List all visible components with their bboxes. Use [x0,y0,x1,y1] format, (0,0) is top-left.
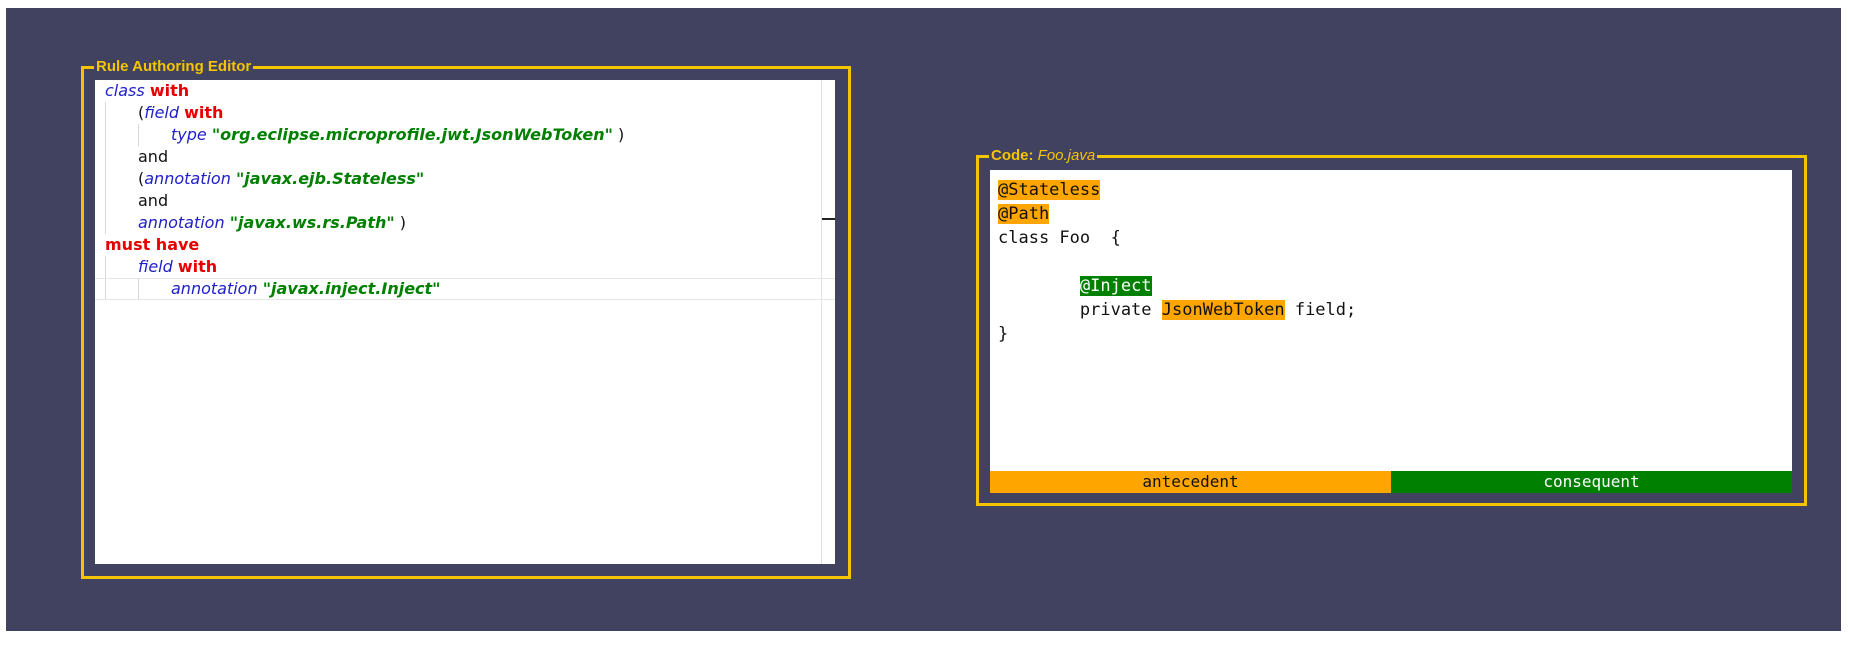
rule-line[interactable]: annotation "javax.inject.Inject" [95,278,835,300]
rule-line[interactable]: (annotation "javax.ejb.Stateless" [95,168,835,190]
rule-line-content: annotation "javax.inject.Inject" [171,279,441,299]
rule-line[interactable]: field with [95,256,835,278]
indent-guide [105,212,106,234]
rule-line-content: annotation "javax.ws.rs.Path" ) [138,212,406,234]
rule-token: field [144,103,180,122]
highlighted-token: @Inject [1079,276,1152,296]
workspace: Rule Authoring Editor class with (field w… [6,8,1841,631]
indent-guide [105,102,106,124]
highlighted-token: JsonWebToken [1161,300,1285,320]
highlighted-token: @Path [998,204,1050,224]
code-line: class Foo { [998,226,1356,250]
rule-editor[interactable]: class with (field with type "org.eclipse.m… [95,80,835,564]
rule-line[interactable]: (field with [95,102,835,124]
code-line: private JsonWebToken field; [998,298,1356,322]
rule-line[interactable]: type "org.eclipse.microprofile.jwt.JsonW… [95,124,835,146]
rule-line-content: and [138,146,168,168]
rule-token: with [177,257,218,276]
indent-guide [105,190,106,212]
rule-token: and [138,191,169,210]
rule-authoring-panel: Rule Authoring Editor class with (field w… [81,58,851,579]
indent-guide [105,124,106,146]
rule-token: with [184,103,224,122]
code-title-separator: : [1028,147,1038,164]
editor-scrollbar-track[interactable] [821,80,822,564]
indent-guide [138,124,139,146]
code-token: } [998,324,1009,344]
highlighted-token: @Stateless [998,180,1101,200]
code-line: } [998,322,1356,346]
code-panel: Code: Foo.java @Stateless @Path class Foo … [976,147,1807,506]
rule-token: and [138,147,169,166]
code-line [998,250,1356,274]
rule-line[interactable]: and [95,190,835,212]
code-line: @Inject [998,274,1356,298]
rule-line[interactable]: annotation "javax.ws.rs.Path" ) [95,212,835,234]
indent-guide [105,146,106,168]
code-token: private [998,300,1162,320]
code-token: field; [1284,300,1357,320]
code-view: @Stateless @Path class Foo { @Inject priva… [990,170,1792,471]
rule-token: "javax.ws.rs.Path" [229,213,395,232]
rule-token: ) [394,213,407,232]
code-line: @Stateless [998,178,1356,202]
rule-line[interactable]: must have [95,234,835,256]
rule-token: annotation [138,213,225,232]
rule-token: class [105,81,145,100]
highlight-legend: antecedent consequent [990,471,1792,493]
rule-line-content: field with [138,256,217,278]
indent-guide [138,279,139,299]
code-lines: @Stateless @Path class Foo { @Inject priva… [998,178,1356,346]
rule-line[interactable]: and [95,146,835,168]
code-token: class Foo { [998,228,1121,248]
rule-token: must have [105,235,200,254]
rule-line-content: must have [105,234,199,256]
rule-token: with [149,81,190,100]
rule-token: field [138,257,173,276]
rule-line-content: and [138,190,168,212]
rule-token: annotation [144,169,231,188]
code-file-name: Foo.java [1037,147,1096,164]
rule-line-content: (annotation "javax.ejb.Stateless" [138,168,424,190]
indent-guide [105,279,106,299]
rule-panel-title: Rule Authoring Editor [94,58,254,76]
editor-scroll-marker[interactable] [822,218,835,220]
rule-token: type [171,125,207,144]
code-panel-title: Code: Foo.java [989,147,1098,165]
rule-token: annotation [171,279,258,298]
rule-line-content: class with [105,80,189,102]
legend-antecedent: antecedent [990,471,1391,493]
rule-lines: class with (field with type "org.eclipse.m… [95,80,835,300]
rule-token: ) [612,125,625,144]
legend-consequent: consequent [1391,471,1792,493]
code-title-label: Code [991,147,1029,164]
rule-token: "javax.inject.Inject" [262,279,441,298]
indent-guide [105,256,106,278]
rule-line-content: type "org.eclipse.microprofile.jwt.JsonW… [171,124,624,146]
rule-token: "org.eclipse.microprofile.jwt.JsonWebTok… [211,125,613,144]
code-line: @Path [998,202,1356,226]
rule-line-content: (field with [138,102,223,124]
rule-token: "javax.ejb.Stateless" [235,169,425,188]
rule-line[interactable]: class with [95,80,835,102]
indent-guide [105,168,106,190]
